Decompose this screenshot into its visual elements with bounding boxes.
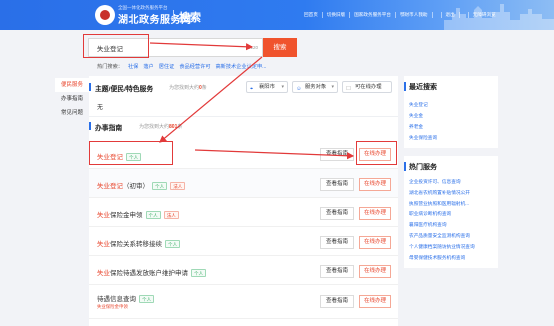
recent-search-panel: 最近搜索 失业登记 失业金 养老金 失业保险查询 [404, 76, 498, 148]
nav-blank-2[interactable] [460, 12, 469, 18]
view-guide-button[interactable]: 查看指南 [320, 295, 354, 308]
tag-personal: 个人 [191, 269, 207, 278]
section-accent [89, 83, 91, 91]
view-guide-button[interactable]: 查看指南 [320, 236, 354, 249]
view-guide-button[interactable]: 查看指南 [320, 207, 354, 220]
hot-keyword[interactable]: 高新技术企业认定申... [215, 63, 266, 70]
leftnav-convenience[interactable]: 便民服务 [55, 78, 90, 92]
online-handle-button[interactable]: 在线办理 [359, 295, 391, 308]
header-divider [173, 10, 174, 22]
online-handle-button[interactable]: 在线办理 [359, 236, 391, 249]
guide-row-subtitle: 失业保险金申领 [97, 304, 128, 309]
topic-result-count: 为您找到大约0条 [169, 85, 207, 91]
tag-personal: 个人 [165, 240, 181, 249]
online-handle-button[interactable]: 在线办理 [359, 265, 391, 278]
hot-service-item[interactable]: 农产品质量安全监测机构查询 [409, 231, 475, 242]
emblem-logo [95, 5, 115, 25]
recent-search-item[interactable]: 养老金 [409, 121, 437, 132]
view-guide-button[interactable]: 查看指南 [320, 178, 354, 191]
hot-keyword[interactable]: 社保 [128, 63, 138, 70]
section-accent [404, 82, 406, 91]
hot-keyword[interactable]: 落户 [143, 63, 153, 70]
hot-search-row: 热门搜索： 社保 落户 居住证 食品经营许可 高新技术企业认定申... [97, 63, 266, 70]
chevron-down-icon: ▾ [331, 84, 334, 90]
hot-service-item[interactable]: 个人健康档案随访执业情况查询 [409, 242, 475, 253]
hot-service-item[interactable]: 襄阳医疗机构查询 [409, 220, 475, 231]
guide-row: 失业保险待遇发放账户维护申请 个人 查看指南 在线办理 [89, 256, 398, 285]
results-panel: 主题/便民/特色服务 为您找到大约0条 ⌖ 襄阳市 ▾ ☺ 服务对象 ▾ ☐ 可… [89, 76, 398, 326]
guide-row-title[interactable]: 待遇信息查询 个人 [97, 293, 155, 304]
guide-row-title[interactable]: 失业保险金申领 个人 法人 [97, 209, 179, 220]
guide-row: 待遇信息查询 个人 失业保险金申领 查看指南 在线办理 [89, 285, 398, 319]
hot-service-item[interactable]: 执照营业执照和医用辐射机... [409, 199, 475, 210]
section-accent [404, 162, 406, 171]
nav-accessibility[interactable]: 无障碍浏览 [469, 12, 500, 18]
annotation-box-search [83, 34, 149, 58]
recent-search-item[interactable]: 失业金 [409, 110, 437, 121]
leftnav-faq[interactable]: 常见问题 [55, 106, 90, 120]
guide-row-title[interactable]: 失业登记（初审） 个人 法人 [97, 180, 186, 191]
audience-select[interactable]: ☺ 服务对象 ▾ [292, 81, 338, 93]
hot-services-title: 热门服务 [409, 164, 437, 171]
hot-service-item[interactable]: 企业投资许可、信息查询 [409, 177, 475, 188]
nav-home[interactable]: 回首页 [300, 12, 323, 18]
guide-result-count: 为您找到大约801条 [139, 124, 183, 130]
tag-personal: 个人 [139, 295, 155, 304]
online-handle-button[interactable]: 在线办理 [359, 178, 391, 191]
checkbox-icon: ☐ [346, 86, 351, 92]
hot-search-label: 热门搜索： [97, 64, 123, 70]
guide-row: 失业保险关系转移接续 个人 查看指南 在线办理 [89, 227, 398, 256]
hot-service-item[interactable]: 职业病诊断机构查询 [409, 209, 475, 220]
guide-section-title: 办事指南 [95, 125, 123, 132]
topic-empty-text: 无 [97, 105, 104, 111]
region-select[interactable]: ⌖ 襄阳市 ▾ [246, 81, 288, 93]
tag-personal: 个人 [145, 211, 161, 220]
nav-logout[interactable]: 退出 [442, 12, 460, 18]
recent-search-item[interactable]: 失业保险查询 [409, 132, 437, 143]
online-filter-checkbox[interactable]: ☐ 可在线办理 [342, 81, 392, 93]
hot-service-item[interactable]: 母婴保健技术服务机构查询 [409, 253, 475, 264]
view-guide-button[interactable]: 查看指南 [320, 148, 354, 161]
hot-services-list: 企业投资许可、信息查询 湖北省农机购置补贴情况公开 执照营业执照和医用辐射机..… [409, 177, 475, 263]
topic-section-title: 主题/便民/特色服务 [95, 86, 154, 93]
left-category-nav: 便民服务 办事指南 常见问题 [55, 78, 90, 120]
recent-search-list: 失业登记 失业金 养老金 失业保险查询 [409, 99, 437, 143]
tag-legal: 法人 [170, 182, 186, 191]
page-title: 搜索 [179, 12, 201, 24]
nav-national-platform[interactable]: 国家政务服务平台 [350, 12, 396, 18]
search-char-count: 4/120 [246, 45, 258, 50]
tag-legal: 法人 [163, 211, 179, 220]
hot-keyword[interactable]: 食品经营许可 [179, 63, 210, 70]
nav-blank-1[interactable] [433, 12, 442, 18]
user-icon: ☺ [296, 86, 302, 92]
tag-personal: 个人 [152, 182, 168, 191]
nav-old-version[interactable]: 切换旧版 [323, 12, 351, 18]
nav-user[interactable]: 鄂财币人我助 [396, 12, 433, 18]
view-guide-button[interactable]: 查看指南 [320, 265, 354, 278]
guide-row-title[interactable]: 失业保险待遇发放账户维护申请 个人 [97, 267, 207, 278]
online-handle-button[interactable]: 在线办理 [359, 207, 391, 220]
section-divider [89, 116, 398, 117]
hot-service-item[interactable]: 湖北省农机购置补贴情况公开 [409, 188, 475, 199]
top-nav: 回首页 切换旧版 国家政务服务平台 鄂财币人我助 退出 无障碍浏览 [300, 12, 500, 18]
section-accent [89, 122, 91, 130]
chevron-down-icon: ▾ [281, 84, 284, 90]
hot-services-panel: 热门服务 企业投资许可、信息查询 湖北省农机购置补贴情况公开 执照营业执照和医用… [404, 156, 498, 268]
hot-keyword[interactable]: 居住证 [159, 63, 175, 70]
guide-row: 失业登记（初审） 个人 法人 查看指南 在线办理 [89, 169, 398, 198]
recent-search-item[interactable]: 失业登记 [409, 99, 437, 110]
guide-row: 失业保险金申领 个人 法人 查看指南 在线办理 [89, 198, 398, 227]
location-icon: ⌖ [250, 86, 254, 92]
annotation-box-result [89, 141, 173, 165]
search-button[interactable]: 搜索 [263, 38, 297, 57]
recent-search-title: 最近搜索 [409, 84, 437, 91]
leftnav-guide[interactable]: 办事指南 [55, 92, 90, 106]
annotation-box-online [356, 141, 397, 165]
top-header: 全国一体化政务服务平台 湖北政务服务网 搜索 回首页 切换旧版 国家政务服务平台… [0, 0, 554, 30]
guide-row-title[interactable]: 失业保险关系转移接续 个人 [97, 238, 181, 249]
